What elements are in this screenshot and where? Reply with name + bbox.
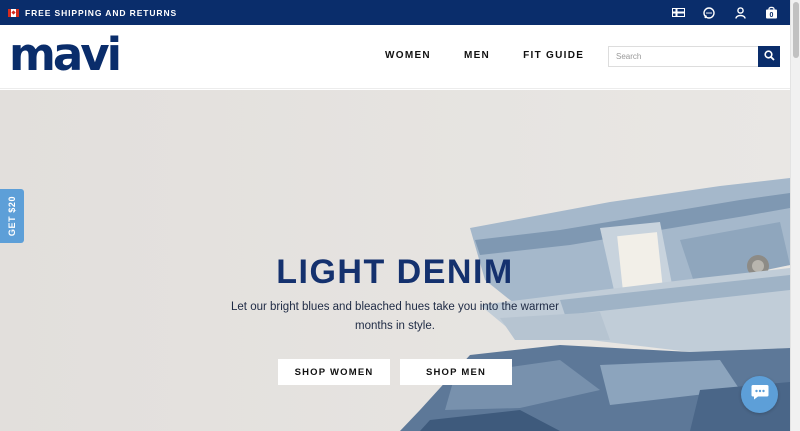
shop-men-button[interactable]: SHOP MEN — [400, 359, 512, 385]
get-20-tab[interactable]: GET $20 — [0, 189, 24, 243]
get-20-label: GET $20 — [7, 195, 17, 237]
nav-fit-guide[interactable]: FIT GUIDE — [523, 50, 584, 61]
user-icon[interactable] — [733, 6, 747, 20]
site-header: mavi WOMEN MEN FIT GUIDE — [0, 25, 790, 89]
search-input[interactable] — [608, 46, 758, 67]
search-icon — [763, 49, 775, 64]
utility-tools: 0 — [671, 0, 778, 25]
page-scrollbar[interactable] — [790, 0, 800, 431]
main-nav: WOMEN MEN FIT GUIDE — [385, 50, 584, 61]
hero-banner: LIGHT DENIM Let our bright blues and ble… — [0, 90, 790, 431]
chat-icon — [751, 384, 769, 405]
nav-men[interactable]: MEN — [464, 50, 490, 61]
chat-bubble-icon[interactable] — [702, 6, 716, 20]
hero-title: LIGHT DENIM — [276, 253, 514, 291]
canada-flag-icon — [8, 8, 19, 17]
chat-launcher-button[interactable] — [741, 376, 778, 413]
announcement-bar: FREE SHIPPING AND RETURNS 0 — [0, 0, 790, 25]
promo-text: FREE SHIPPING AND RETURNS — [25, 7, 178, 18]
promo: FREE SHIPPING AND RETURNS — [8, 8, 177, 18]
mavi-logo[interactable]: mavi — [9, 32, 122, 78]
cart-count: 0 — [769, 12, 773, 19]
region-flag-icon[interactable] — [671, 6, 685, 20]
scrollbar-thumb[interactable] — [793, 2, 799, 58]
nav-women[interactable]: WOMEN — [385, 50, 431, 61]
search-button[interactable] — [758, 46, 780, 67]
cart-bag-icon[interactable]: 0 — [764, 6, 778, 20]
hero-subtitle: Let our bright blues and bleached hues t… — [231, 301, 559, 332]
search-bar — [608, 46, 780, 67]
shop-women-button[interactable]: SHOP WOMEN — [278, 359, 390, 385]
